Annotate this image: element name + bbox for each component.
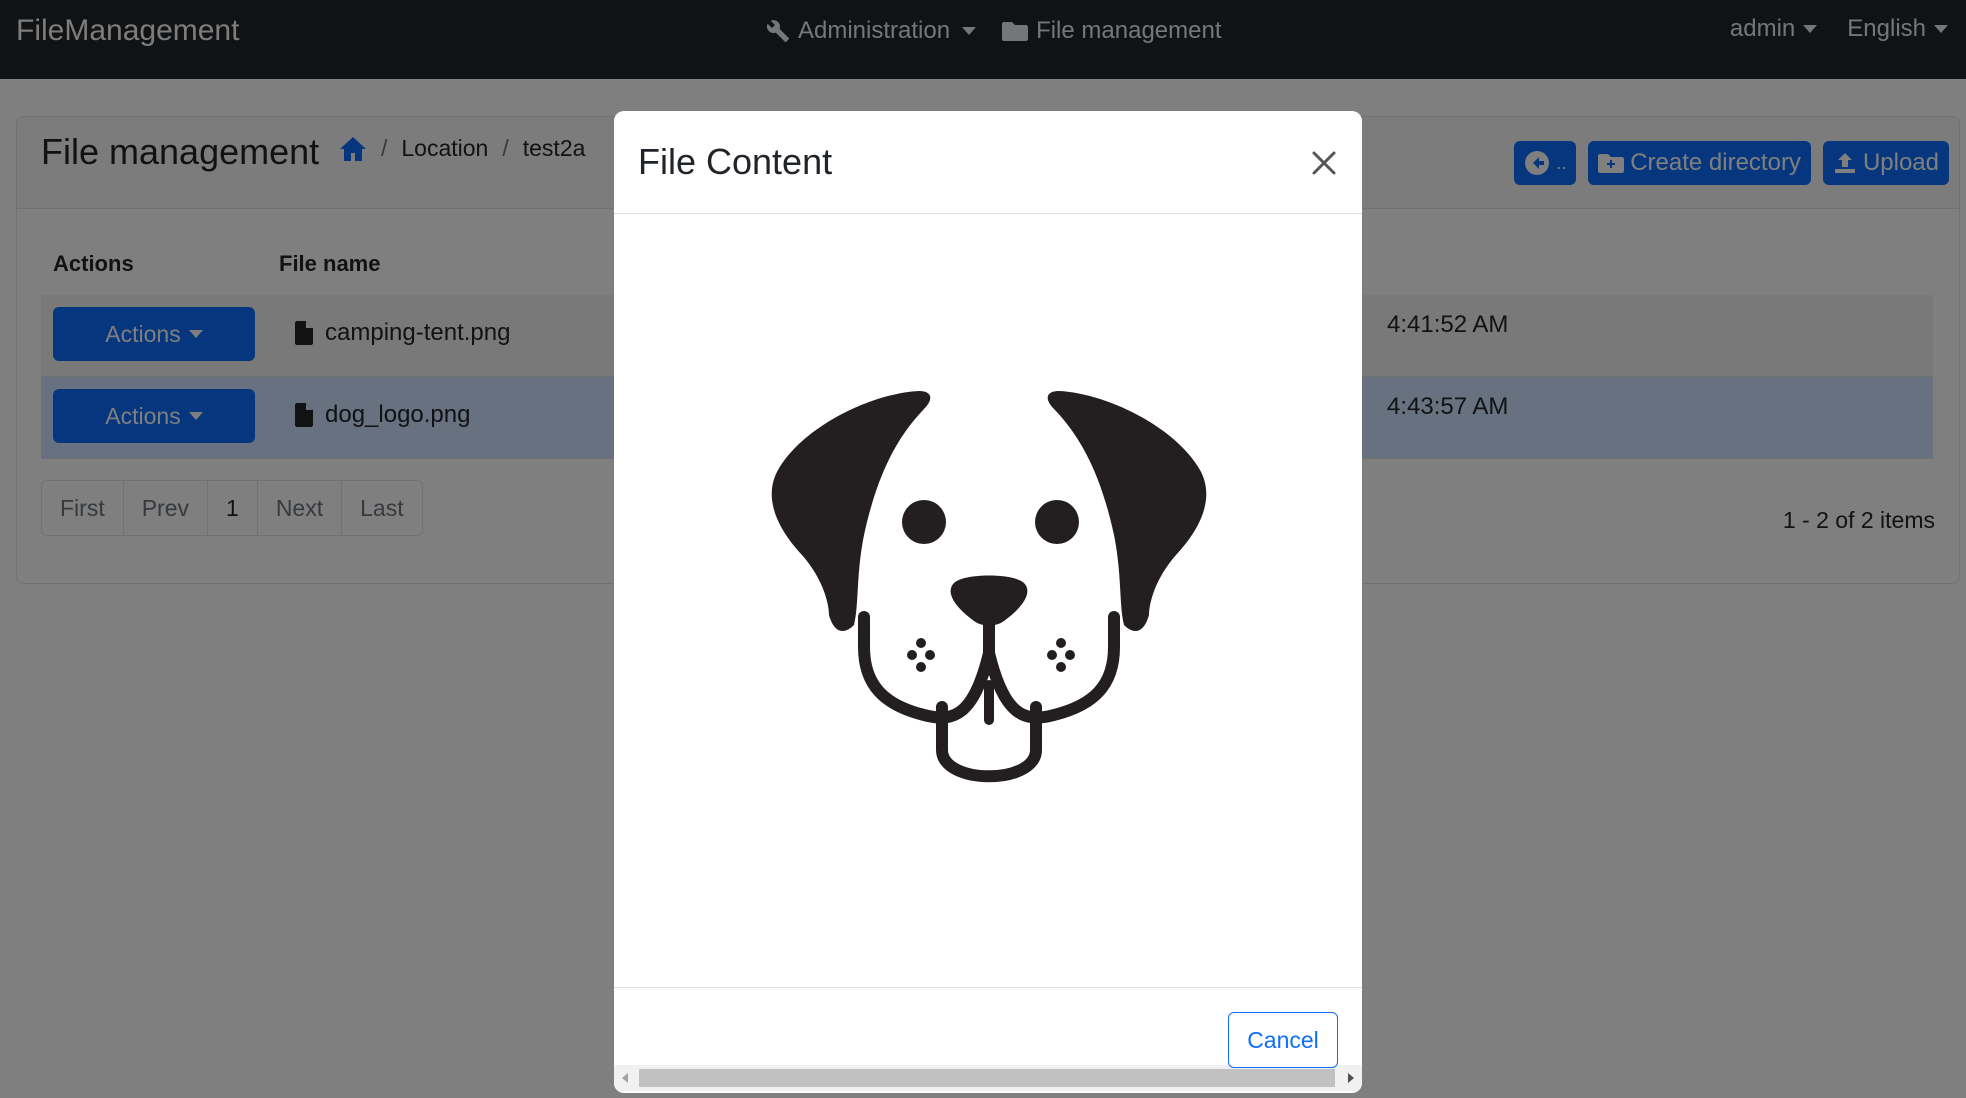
close-icon[interactable]: [1306, 145, 1342, 181]
dog-logo-image: [771, 391, 1207, 783]
modal-footer: Cancel: [614, 987, 1362, 1093]
cancel-button[interactable]: Cancel: [1228, 1012, 1338, 1068]
file-content-modal: File Content Cancel: [614, 111, 1362, 1093]
modal-header: File Content: [614, 111, 1362, 214]
modal-body: [614, 215, 1362, 1091]
modal-title: File Content: [638, 141, 833, 182]
